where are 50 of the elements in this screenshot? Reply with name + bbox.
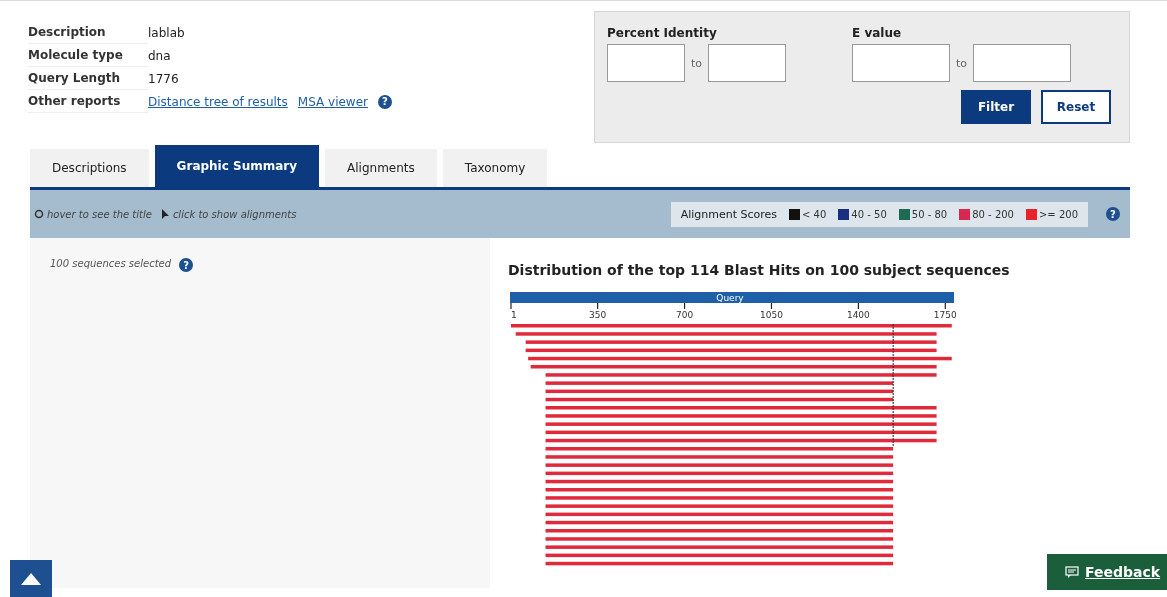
field-label: Query Length <box>28 67 148 90</box>
to-label: to <box>691 56 703 70</box>
help-icon[interactable]: ? <box>1106 207 1120 221</box>
feedback-button[interactable]: Feedback <box>1047 554 1167 590</box>
report-link[interactable]: MSA viewer <box>297 94 368 109</box>
hover-icon <box>34 209 44 219</box>
reset-button[interactable]: Reset <box>1041 90 1111 124</box>
field-value: dna <box>148 48 171 63</box>
graphic-title: Distribution of the top 114 Blast Hits on 100 subject sequences <box>508 262 1011 278</box>
help-icon[interactable]: ? <box>179 258 194 272</box>
legend-item: 80 - 200 <box>959 208 1014 220</box>
legend-item: 40 - 50 <box>838 208 887 220</box>
legend-item: >= 200 <box>1025 208 1078 220</box>
axis-label: Query <box>716 293 744 303</box>
triangle-up-icon <box>21 572 41 585</box>
legend-item: 50 - 80 <box>898 208 948 220</box>
tick-label: 1 <box>511 310 517 320</box>
field-label: Molecule type <box>28 44 148 67</box>
filter-button[interactable]: Filter <box>961 90 1031 124</box>
to-label: to <box>956 56 968 70</box>
selection-count: 100 sequences selected <box>50 258 172 269</box>
tab[interactable]: Taxonomy <box>442 149 548 187</box>
tick-label: 350 <box>589 310 607 320</box>
hint-text: hover to see the title <box>34 208 152 220</box>
hint-text: click to show alignments <box>161 208 297 220</box>
tab[interactable]: Descriptions <box>30 149 149 187</box>
comment-icon <box>1065 566 1079 578</box>
legend-title: Alignment Scores <box>680 207 778 221</box>
min-field[interactable] <box>852 44 951 82</box>
min-field[interactable] <box>607 44 685 82</box>
scroll-up-button[interactable] <box>10 560 52 597</box>
tick-label: 1400 <box>846 310 870 320</box>
field-value: 1776 <box>148 71 179 86</box>
report-link[interactable]: Distance tree of results <box>148 94 288 109</box>
max-field[interactable] <box>973 44 1072 82</box>
hit-bars-drawing[interactable] <box>511 323 952 566</box>
field-label: Other reports <box>28 90 148 113</box>
field-label: Description <box>28 21 148 44</box>
tick-label: 700 <box>676 310 694 320</box>
tick-label: 1750 <box>933 310 957 320</box>
cursor-icon <box>161 208 170 220</box>
filter-label: E value <box>852 26 903 40</box>
tab[interactable]: Graphic Summary <box>154 145 320 187</box>
field-value: lablab <box>148 25 185 40</box>
tab[interactable]: Alignments <box>325 149 437 187</box>
max-field[interactable] <box>708 44 787 82</box>
legend-item: < 40 <box>789 208 827 220</box>
help-icon[interactable]: ? <box>378 94 392 109</box>
filter-label: Percent Identity <box>607 26 718 40</box>
tick-label: 1050 <box>760 310 783 320</box>
